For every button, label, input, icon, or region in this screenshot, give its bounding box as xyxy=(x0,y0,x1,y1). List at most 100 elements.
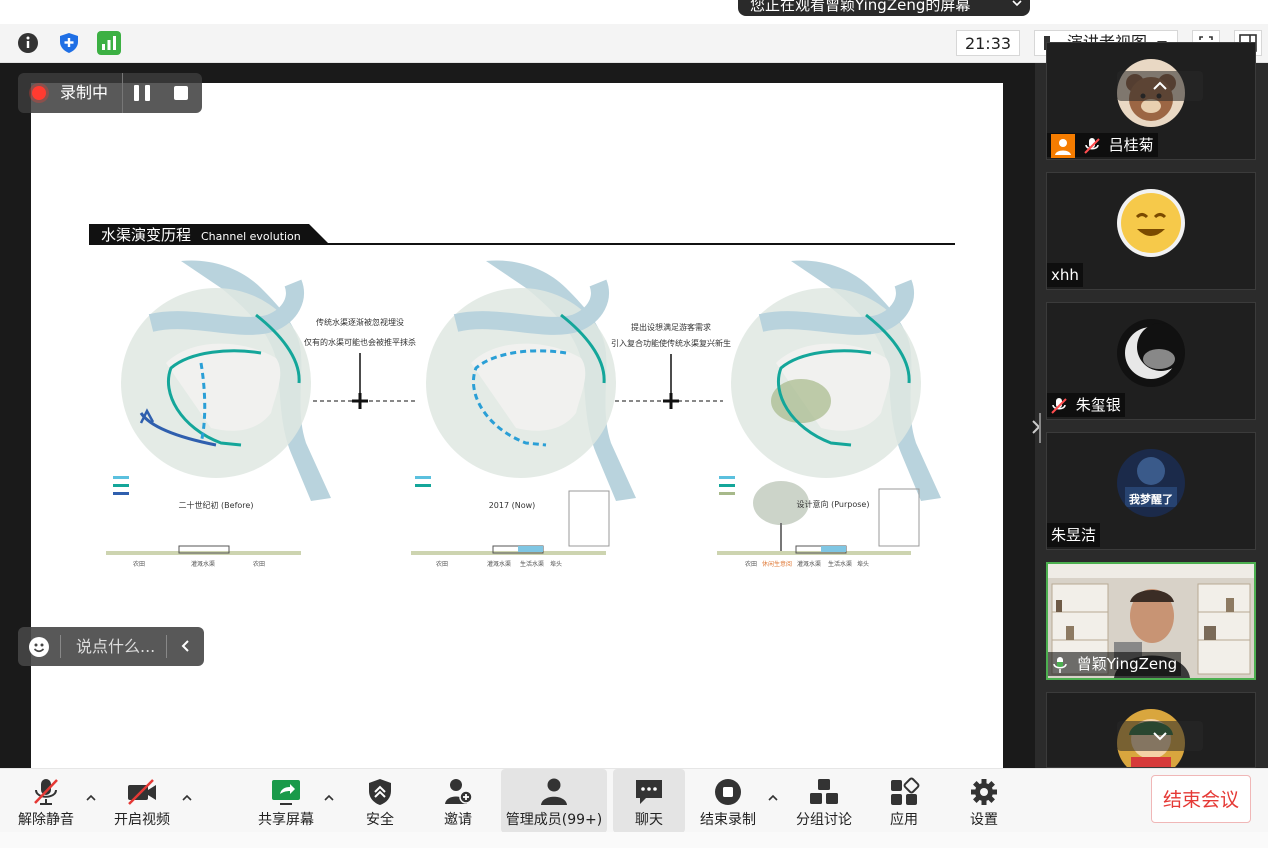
participant-name-tag: 朱玺银 xyxy=(1047,393,1125,417)
avatar-caption: 我梦醒了 xyxy=(1129,492,1173,506)
recording-dot-icon xyxy=(32,86,46,100)
manage-participants-label: 管理成员(99+) xyxy=(505,812,603,828)
chevron-left-icon[interactable] xyxy=(178,638,194,654)
participant-tile[interactable]: 我梦醒了 朱昱洁 xyxy=(1046,432,1256,550)
invite-label: 邀请 xyxy=(444,812,472,828)
participant-name-tag: 吕桂菊 xyxy=(1047,133,1158,158)
share-options-chevron-up-icon[interactable] xyxy=(324,793,334,803)
unmute-button[interactable]: 解除静音 xyxy=(10,769,82,833)
audio-options-chevron-up-icon[interactable] xyxy=(86,793,96,803)
window-bottom-strip xyxy=(0,832,1268,848)
section-label: 生活水渠 xyxy=(520,560,544,568)
chevron-down-icon xyxy=(1153,732,1167,741)
note-text: 传统水渠逐渐被忽视埋没 xyxy=(316,317,404,327)
shield-icon[interactable] xyxy=(57,31,81,55)
recording-indicator: 录制中 xyxy=(18,73,202,113)
participant-name-tag: 朱昱洁 xyxy=(1047,523,1101,547)
share-banner-text: 您正在观看曾颖YingZeng的屏幕 xyxy=(750,0,971,14)
participant-name: 朱昱洁 xyxy=(1051,526,1097,544)
section-label: 灌溉水渠 xyxy=(191,560,215,568)
section-title-en: Channel evolution xyxy=(201,230,301,243)
participant-name: 朱玺银 xyxy=(1075,396,1121,414)
active-speaker-tile[interactable]: 曾颖YingZeng xyxy=(1046,562,1256,680)
connector-note-2: 提出设想满足游客需求 引入复合功能使传统水渠复兴新生 xyxy=(611,322,731,409)
invite-button[interactable]: 邀请 xyxy=(428,769,488,833)
section-label: 农田 xyxy=(133,560,145,568)
manage-participants-button[interactable]: 管理成员(99+) xyxy=(501,769,607,833)
participant-tile[interactable] xyxy=(1046,692,1256,768)
panel-caption-purpose: 设计意向 (Purpose) xyxy=(797,499,870,509)
quick-chat-bar[interactable]: 说点什么... xyxy=(18,627,204,666)
emoji-icon[interactable] xyxy=(29,637,49,657)
participants-icon xyxy=(538,777,570,807)
security-button[interactable]: 安全 xyxy=(350,769,410,833)
section-label: 休闲生意阅 xyxy=(762,560,792,568)
screen-share-banner[interactable]: 您正在观看曾颖YingZeng的屏幕 xyxy=(738,0,1030,16)
end-meeting-button[interactable]: 结束会议 xyxy=(1151,775,1251,823)
breakout-rooms-button[interactable]: 分组讨论 xyxy=(788,769,860,833)
divider xyxy=(166,635,167,658)
map-panel-purpose: 设计意向 (Purpose) 农田 休闲生意阅 灌溉水渠 生活水渠 埠头 xyxy=(717,260,941,568)
note-text: 仅有的水渠可能也会被推平抹杀 xyxy=(304,337,416,347)
panel-caption-now: 2017 (Now) xyxy=(489,501,536,510)
section-label: 灌溉水渠 xyxy=(797,560,821,568)
recording-options-chevron-up-icon[interactable] xyxy=(768,793,778,803)
gear-icon xyxy=(968,777,1000,807)
unmute-label: 解除静音 xyxy=(18,812,74,828)
security-shield-icon xyxy=(364,777,396,807)
info-icon[interactable] xyxy=(16,31,40,55)
map-panel-now: 2017 (Now) 农田 灌溉水渠 生活水渠 埠头 xyxy=(411,260,636,568)
pause-icon xyxy=(145,85,150,101)
share-screen-label: 共享屏幕 xyxy=(258,812,314,828)
end-recording-button[interactable]: 结束录制 xyxy=(694,769,762,833)
panel-caption-before: 二十世纪初 (Before) xyxy=(179,500,254,510)
participant-name: 曾颖YingZeng xyxy=(1076,655,1178,673)
apps-grid-icon xyxy=(888,777,920,807)
settings-label: 设置 xyxy=(970,812,998,828)
participant-name: xhh xyxy=(1051,266,1079,284)
participant-tile[interactable]: 吕桂菊 xyxy=(1046,42,1256,160)
divider xyxy=(60,635,61,658)
user-icon xyxy=(1051,133,1075,158)
meeting-timer: 21:33 xyxy=(956,30,1020,56)
apps-button[interactable]: 应用 xyxy=(874,769,934,833)
section-label: 农田 xyxy=(436,560,448,568)
section-label: 农田 xyxy=(745,560,757,568)
participant-name-tag: xhh xyxy=(1047,263,1083,287)
smiley-avatar xyxy=(1117,189,1185,257)
end-recording-label: 结束录制 xyxy=(700,812,756,828)
start-video-button[interactable]: 开启视频 xyxy=(106,769,178,833)
stop-recording-button[interactable] xyxy=(174,86,188,100)
divider xyxy=(122,73,123,113)
scroll-down-button[interactable] xyxy=(1117,721,1203,751)
mic-muted-icon xyxy=(30,777,62,807)
participant-tile[interactable]: 朱玺银 xyxy=(1046,302,1256,420)
chat-input-placeholder[interactable]: 说点什么... xyxy=(76,627,155,666)
chevron-down-icon xyxy=(1012,0,1022,7)
gallery-resize-handle[interactable] xyxy=(1039,413,1041,443)
note-text: 提出设想满足游客需求 xyxy=(631,322,711,332)
mic-active-icon xyxy=(1053,656,1067,673)
participant-tile[interactable]: xhh xyxy=(1046,172,1256,290)
share-screen-button[interactable]: 共享屏幕 xyxy=(250,769,322,833)
settings-button[interactable]: 设置 xyxy=(954,769,1014,833)
share-screen-icon xyxy=(270,777,302,807)
pause-recording-button[interactable] xyxy=(128,73,158,113)
chat-label: 聊天 xyxy=(635,812,663,828)
chat-bubble-icon xyxy=(633,777,665,807)
video-options-chevron-up-icon[interactable] xyxy=(182,793,192,803)
mic-muted-icon xyxy=(1051,397,1067,414)
breakout-rooms-icon xyxy=(808,777,840,807)
scroll-up-button[interactable] xyxy=(1117,71,1203,101)
moon-avatar xyxy=(1117,319,1185,387)
connector-note-1: 传统水渠逐渐被忽视埋没 仅有的水渠可能也会被推平抹杀 xyxy=(304,317,416,409)
video-off-icon xyxy=(126,777,158,807)
start-video-label: 开启视频 xyxy=(114,812,170,828)
participant-name-tag: 曾颖YingZeng xyxy=(1048,652,1182,676)
chat-button[interactable]: 聊天 xyxy=(613,769,685,833)
security-label: 安全 xyxy=(366,812,394,828)
section-label: 灌溉水渠 xyxy=(487,560,511,568)
signal-strength-icon[interactable] xyxy=(97,31,121,55)
recording-label: 录制中 xyxy=(60,83,109,102)
meeting-toolbar: 解除静音 开启视频 共享屏幕 安全 邀请 管理成员(99+) 聊天 结束录制 分… xyxy=(0,768,1268,833)
